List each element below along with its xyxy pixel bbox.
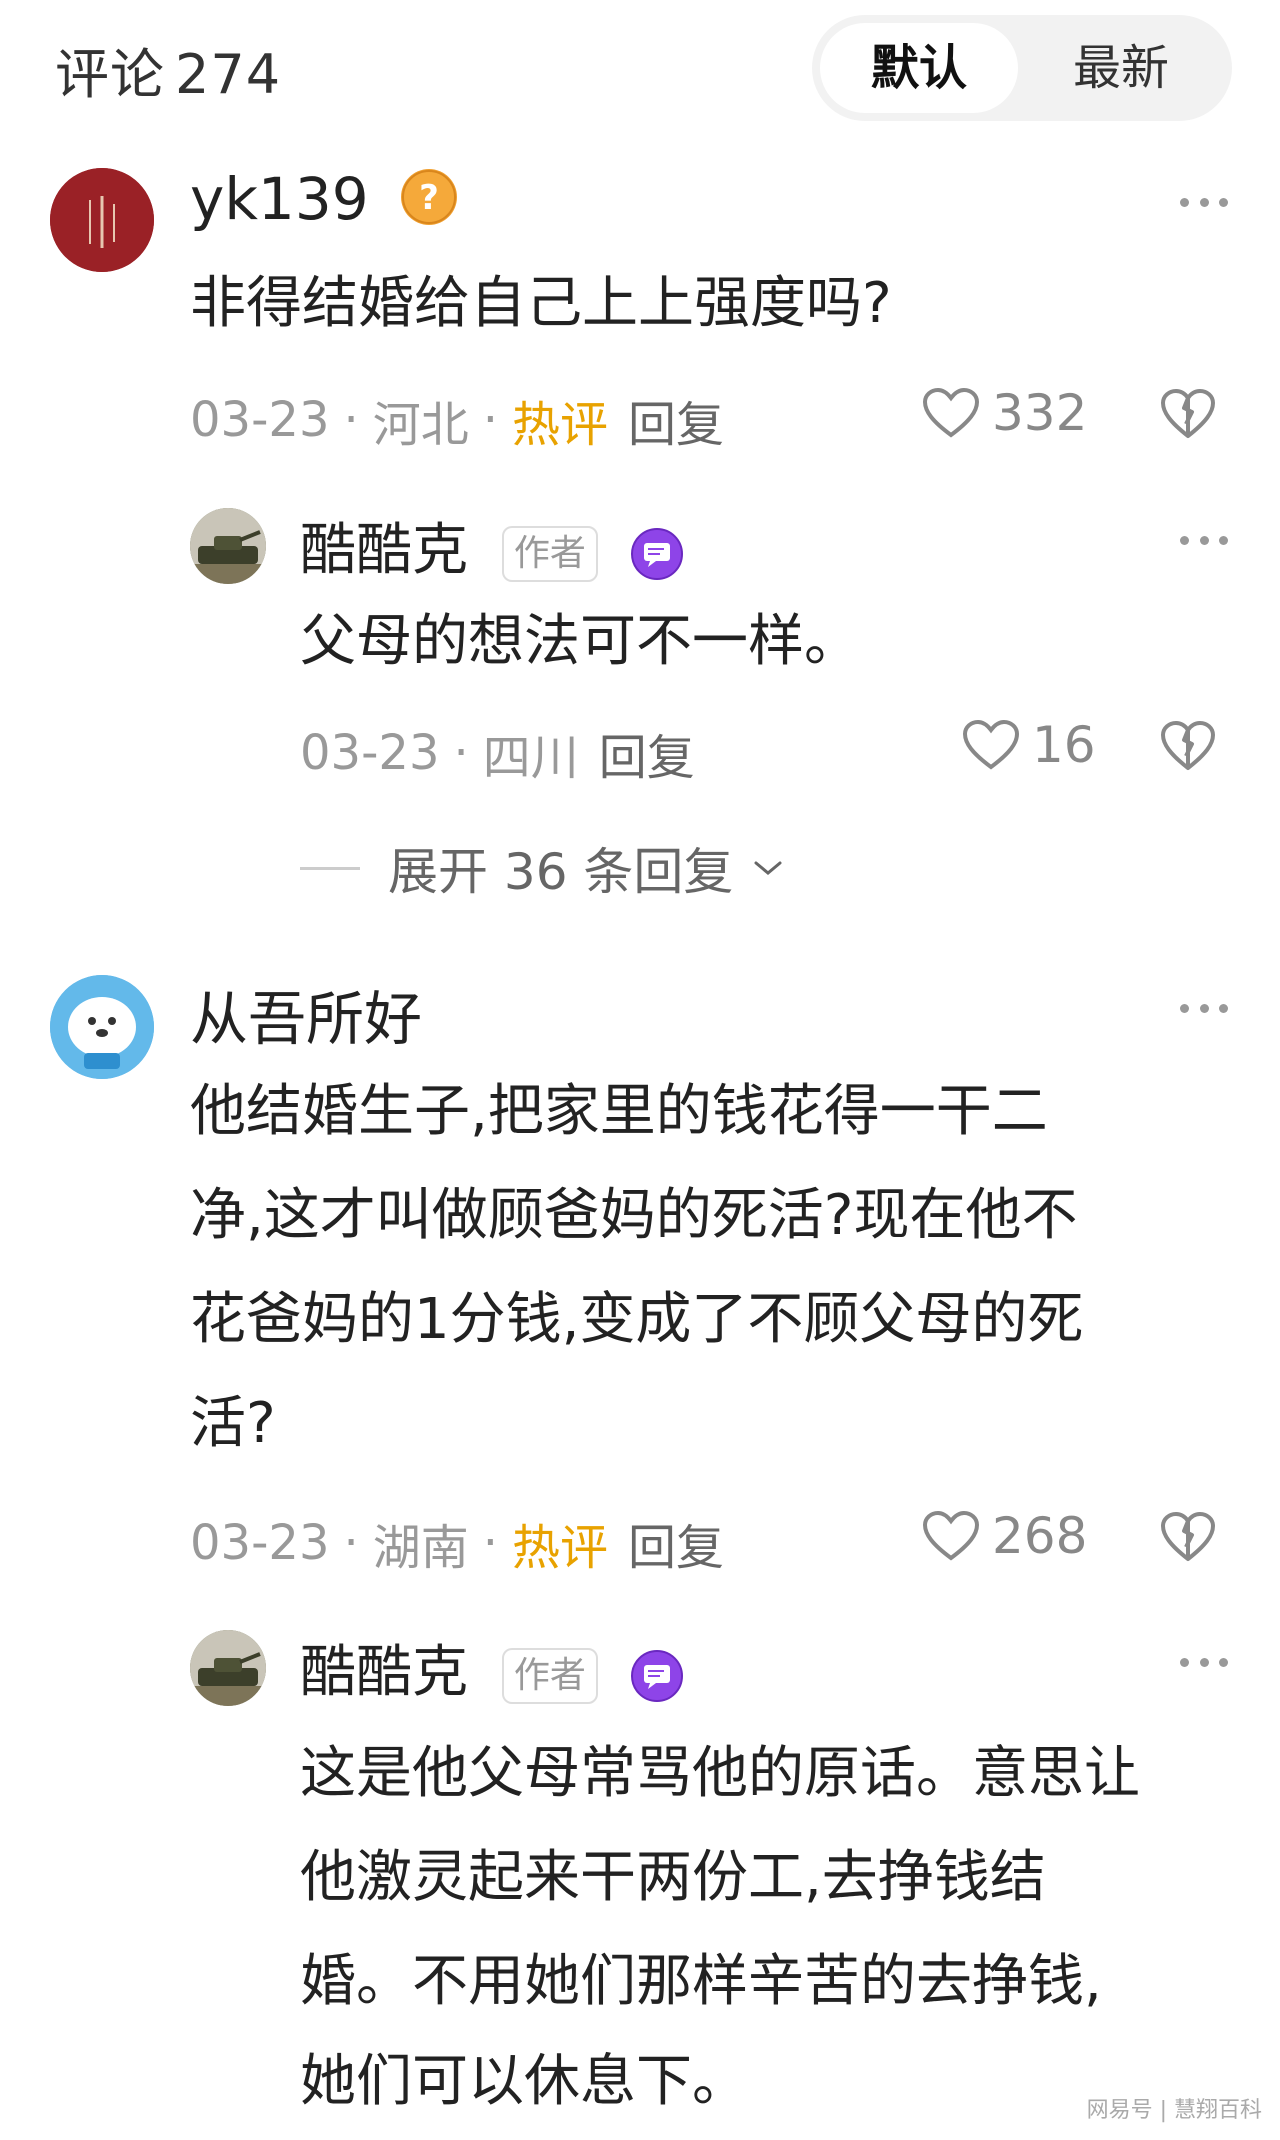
username-text: 酷酷克 (300, 518, 468, 583)
avatar-image (50, 975, 154, 1079)
reply-text-line: 这是他父母常骂他的原话。意思让 (300, 1741, 1140, 1806)
broken-heart-icon (1161, 389, 1215, 438)
reply-meta: 03-23 · 四川 回复 (300, 718, 695, 788)
avatar[interactable] (50, 168, 154, 272)
like-count: 332 (992, 384, 1088, 442)
hot-comment-badge: 热评 (512, 1520, 609, 1576)
watermark: 网易号 | 慧翔百科 (1086, 2098, 1262, 2123)
reply-button[interactable]: 回复 (628, 385, 724, 455)
comments-count: 274 (175, 43, 282, 106)
sort-latest-button[interactable]: 最新 (1022, 23, 1220, 113)
expand-replies-button[interactable]: 展开 36 条回复 (300, 832, 785, 904)
reply-text-line: 她们可以休息下。 (300, 2049, 748, 2114)
reply-username[interactable]: 酷酷克 作者 (300, 1627, 684, 1708)
author-badge: 作者 (501, 525, 598, 582)
comment-date: 03-23 (190, 392, 330, 448)
reply-location: 四川 (482, 730, 579, 786)
dislike-button[interactable] (1160, 720, 1216, 776)
more-options-icon[interactable] (1180, 1652, 1228, 1672)
reply-text-line: 婚。不用她们那样辛苦的去挣钱, (300, 1949, 1102, 2014)
dislike-button[interactable] (1160, 388, 1216, 444)
comment-text-line: 净,这才叫做顾爸妈的死活?现在他不 (190, 1183, 1078, 1248)
message-badge-icon (630, 1649, 684, 1703)
avatar[interactable] (190, 508, 266, 584)
heart-icon (922, 1510, 980, 1561)
comment-text-line: 活? (190, 1391, 276, 1456)
reply-text-line: 他激灵起来干两份工,去挣钱结 (300, 1845, 1046, 1910)
message-badge-icon (630, 527, 684, 581)
broken-heart-icon (1161, 1512, 1215, 1561)
reply-date: 03-23 (300, 725, 440, 781)
avatar-image (190, 508, 266, 584)
hot-comment-badge: 热评 (512, 397, 609, 453)
comment-text-line: 花爸妈的1分钱,变成了不顾父母的死 (190, 1287, 1084, 1352)
comments-header: 评论 274 默认 最新 (0, 0, 1280, 140)
divider (300, 866, 360, 870)
chevron-down-icon (754, 861, 782, 875)
avatar[interactable] (190, 1630, 266, 1706)
like-button[interactable]: 332 (922, 384, 1087, 442)
dislike-button[interactable] (1160, 1511, 1216, 1567)
comment-location: 湖南 (372, 1520, 469, 1576)
comment-text: 非得结婚给自己上上强度吗? (190, 271, 892, 336)
reply-button[interactable]: 回复 (599, 718, 695, 788)
comment-meta: 03-23 · 湖南 · 热评 回复 (190, 1508, 724, 1578)
avatar-image (50, 168, 154, 272)
sort-default-button[interactable]: 默认 (820, 23, 1018, 113)
expand-replies-label: 展开 36 条回复 (388, 843, 734, 901)
heart-icon (962, 719, 1020, 770)
comment-date: 03-23 (190, 1515, 330, 1571)
like-button[interactable]: 16 (962, 716, 1096, 774)
comment-meta: 03-23 · 河北 · 热评 回复 (190, 385, 724, 455)
broken-heart-icon (1161, 721, 1215, 770)
like-count: 268 (992, 1507, 1088, 1565)
avatar-image (190, 1630, 266, 1706)
question-badge-icon: ? (401, 168, 458, 225)
heart-icon (922, 387, 980, 438)
sort-toggle: 默认 最新 (812, 15, 1232, 121)
reply-text: 父母的想法可不一样。 (300, 609, 860, 674)
more-options-icon[interactable] (1180, 192, 1228, 212)
username-text: 酷酷克 (300, 1640, 468, 1705)
comments-title-label: 评论 (55, 43, 165, 106)
avatar[interactable] (50, 975, 154, 1079)
comment-username[interactable]: 从吾所好 (190, 972, 422, 1056)
author-badge: 作者 (501, 1647, 598, 1704)
like-button[interactable]: 268 (922, 1507, 1087, 1565)
comment-text-line: 他结婚生子,把家里的钱花得一干二 (190, 1079, 1048, 1144)
like-count: 16 (1032, 716, 1096, 774)
more-options-icon[interactable] (1180, 530, 1228, 550)
reply-username[interactable]: 酷酷克 作者 (300, 505, 684, 586)
comment-location: 河北 (372, 397, 469, 453)
more-options-icon[interactable] (1180, 998, 1228, 1018)
reply-button[interactable]: 回复 (628, 1508, 724, 1578)
comments-title: 评论 274 (55, 30, 281, 109)
username-text: yk139 (190, 165, 369, 233)
comment-username[interactable]: yk139 ? (190, 165, 458, 233)
svg-text:?: ? (419, 178, 439, 218)
